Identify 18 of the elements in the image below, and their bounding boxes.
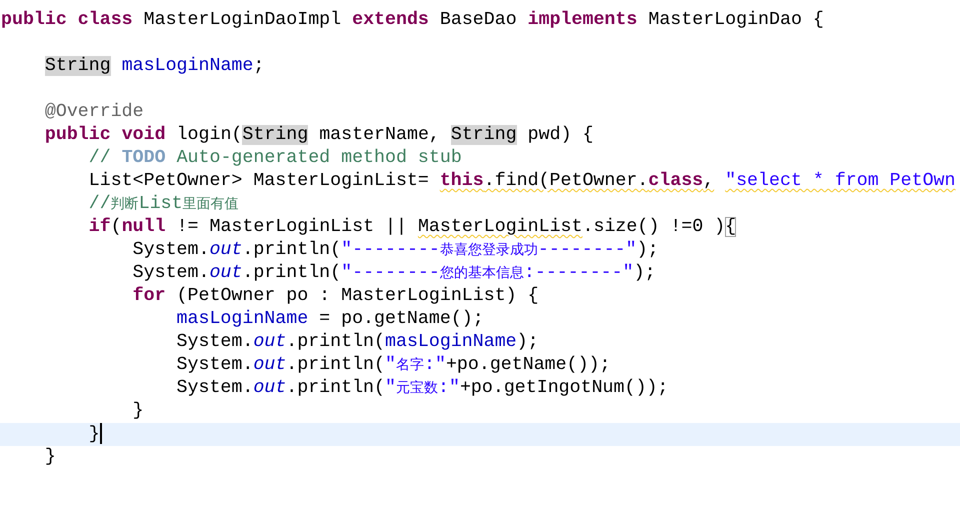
- code-line: }: [44, 447, 56, 467]
- code-line: System.out.println(masLoginName);: [176, 332, 539, 352]
- code-line: System.out.println("名字:"+po.getName());: [176, 355, 610, 375]
- code-line: System.out.println("--------恭喜您登录成功--------");: [132, 240, 659, 260]
- code-line: public class MasterLoginDaoImpl extends BaseDao implements MasterLoginDao {: [1, 10, 824, 30]
- code-line: }: [88, 424, 100, 444]
- code-line: if(null != MasterLoginList || MasterLoginList.size() !=0 ){: [88, 217, 736, 237]
- code-line: @Override: [44, 102, 144, 122]
- code-line: for (PetOwner po : MasterLoginList) {: [132, 286, 539, 306]
- code-line: System.out.println("元宝数:"+po.getIngotNum());: [176, 378, 668, 398]
- code-line: System.out.println("--------您的基本信息:--------");: [132, 263, 656, 283]
- code-line: List<PetOwner> MasterLoginList= this.find(PetOwner.class, "select * from PetOwn: [88, 171, 956, 191]
- code-line: String masLoginName;: [44, 56, 264, 76]
- code-line: masLoginName = po.getName();: [176, 309, 484, 329]
- code-line: }: [132, 401, 144, 421]
- code-line: public void login(String masterName, String pwd) {: [44, 125, 594, 145]
- code-line: // TODO Auto-generated method stub: [88, 148, 462, 168]
- code-line: //判断List里面有值: [88, 194, 239, 214]
